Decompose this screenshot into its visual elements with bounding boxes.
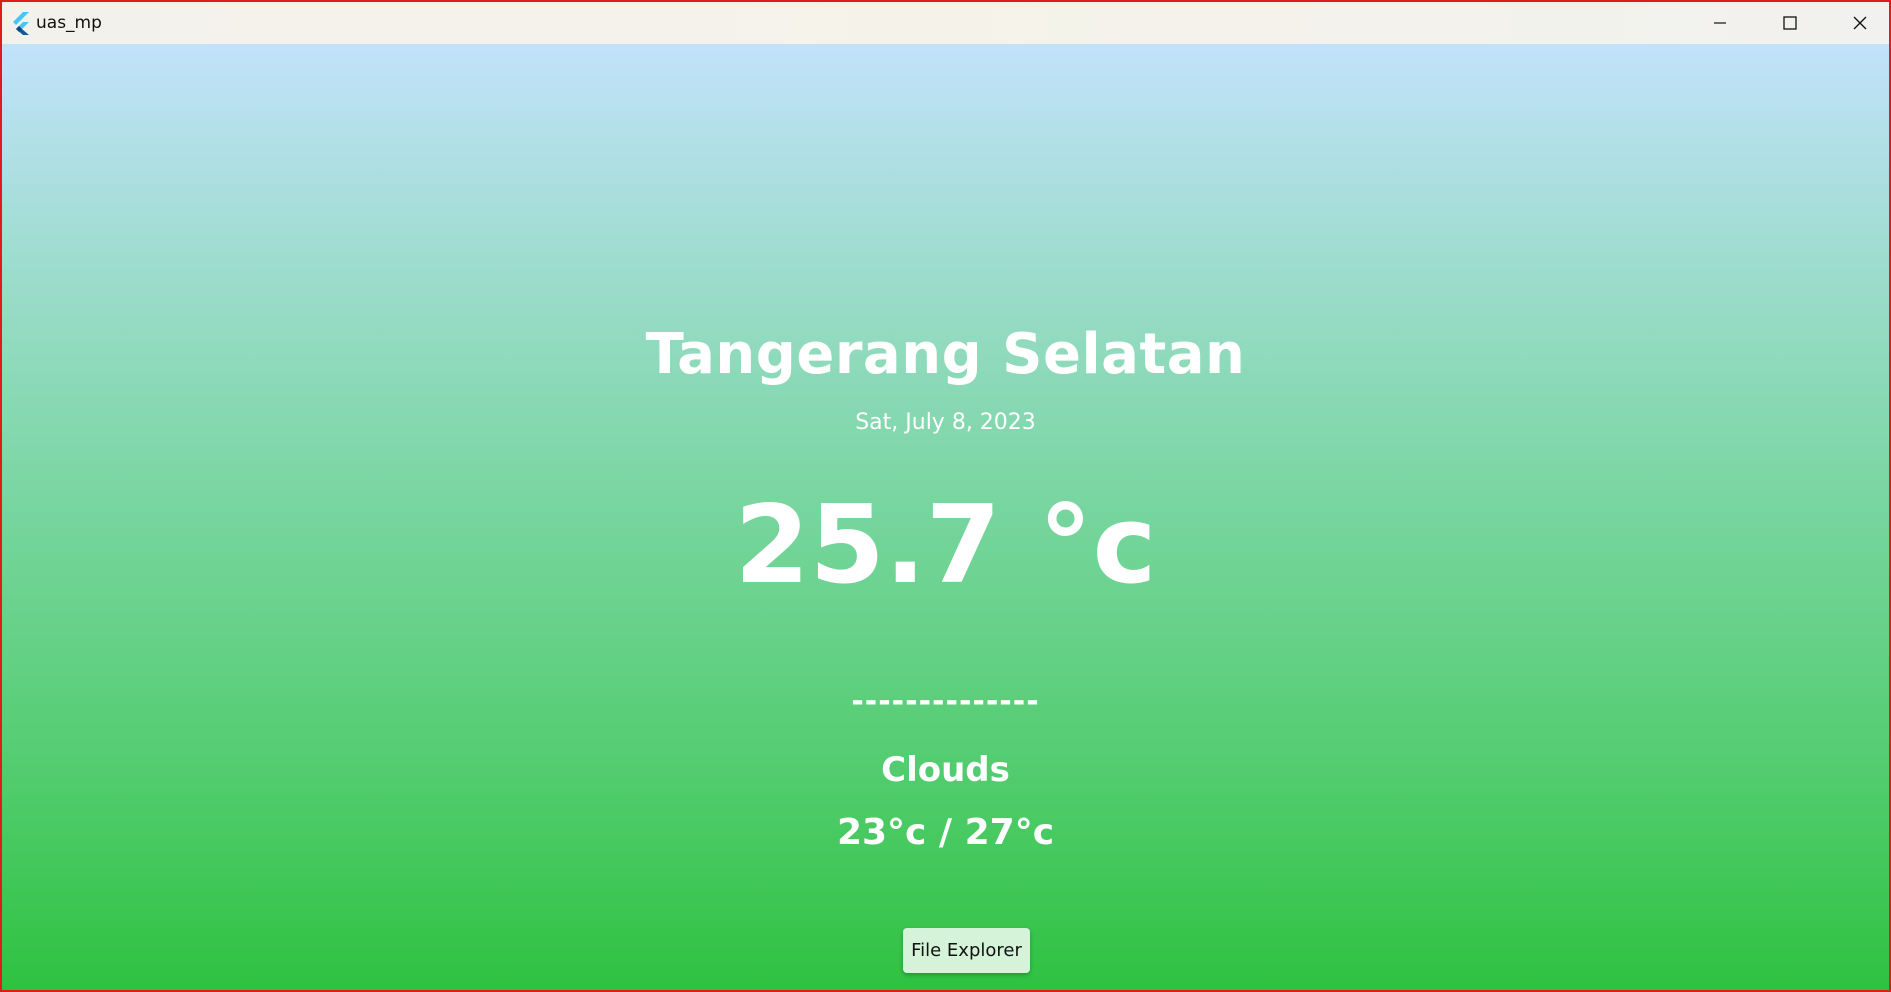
maximize-icon [1783, 16, 1797, 30]
minimize-button[interactable] [1685, 2, 1755, 44]
city-name: Tangerang Selatan [645, 322, 1246, 387]
window-title: uas_mp [36, 13, 102, 33]
maximize-button[interactable] [1755, 2, 1825, 44]
divider-line: -------------- [851, 684, 1040, 719]
app-window: uas_mp Tangerang Selatan Sat, July 8, 20… [0, 0, 1891, 992]
weather-panel: Tangerang Selatan Sat, July 8, 2023 25.7… [2, 44, 1889, 990]
title-bar[interactable]: uas_mp [2, 2, 1889, 44]
close-icon [1853, 16, 1867, 30]
temperature-range: 23°c / 27°c [836, 812, 1055, 853]
weather-condition: Clouds [881, 750, 1010, 790]
current-temperature: 25.7 °c [734, 483, 1157, 608]
minimize-icon [1714, 22, 1726, 24]
file-explorer-button[interactable]: File Explorer [903, 928, 1030, 973]
current-date: Sat, July 8, 2023 [855, 410, 1036, 435]
close-button[interactable] [1825, 2, 1889, 44]
flutter-logo-icon [13, 12, 29, 35]
